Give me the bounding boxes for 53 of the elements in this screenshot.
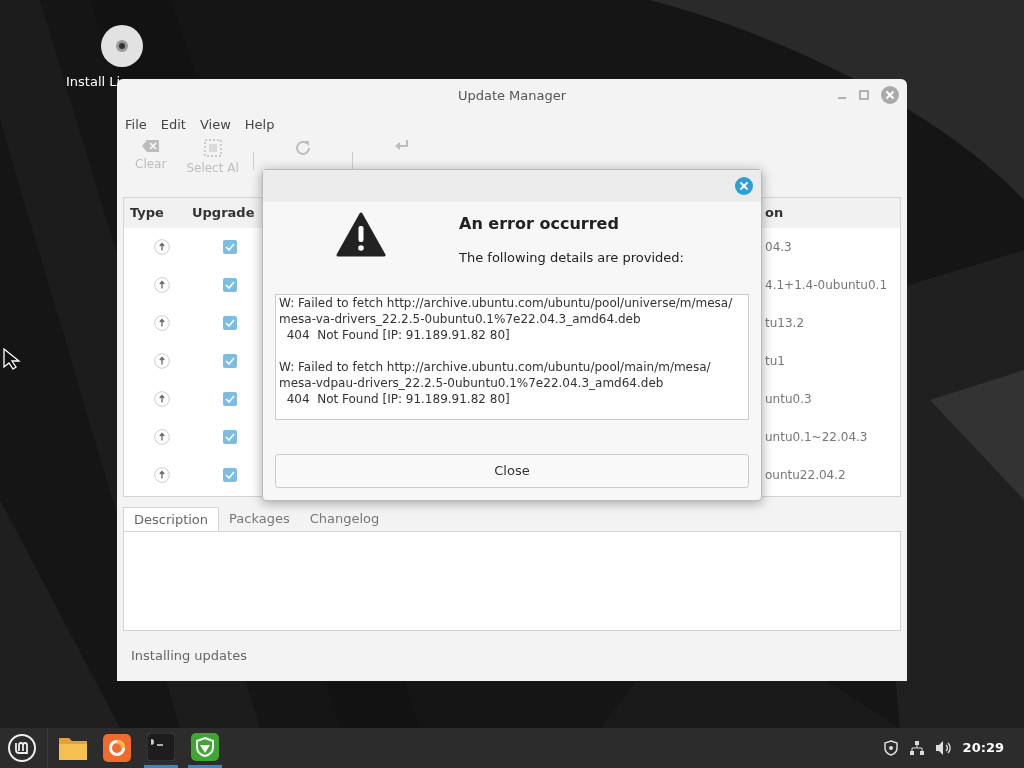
close-icon[interactable] — [735, 177, 753, 195]
details-line: mesa-va-drivers_22.2.5-0ubuntu0.1%7e22.04.3_amd64.deb — [279, 311, 642, 327]
mint-menu-icon[interactable] — [7, 733, 37, 763]
browser-icon — [103, 734, 131, 762]
tab[interactable]: Description — [123, 507, 220, 532]
version-cell-text: tu1 — [765, 353, 786, 371]
checkbox[interactable] — [223, 354, 237, 369]
details-line: mesa-vdpau-drivers_22.2.5-0ubuntu0.1%7e22.04.3_amd64.deb — [279, 375, 665, 391]
volume-icon[interactable] — [934, 740, 953, 756]
version-cell-text: tu13.2 — [765, 315, 806, 333]
version-cell-text: untu0.1~22.04.3 — [765, 429, 869, 447]
dialog-title: An error occurred — [459, 213, 620, 235]
checkbox[interactable] — [223, 240, 237, 255]
version-cell-text: untu0.3 — [765, 391, 813, 409]
checkbox[interactable] — [223, 468, 237, 483]
checkbox[interactable] — [223, 430, 237, 445]
maximize-icon[interactable] — [859, 90, 869, 100]
menu-item[interactable]: File — [125, 114, 147, 135]
folder-icon — [58, 735, 88, 761]
close-icon[interactable] — [881, 86, 899, 104]
tab[interactable]: Changelog — [299, 507, 390, 532]
details-line: 404 Not Found [IP: 91.189.91.82 80] — [285, 327, 511, 343]
shield-icon — [191, 732, 219, 761]
version-cell-text: 04.3 — [765, 239, 793, 257]
tab[interactable]: Packages — [219, 507, 300, 532]
backspace-icon — [141, 139, 160, 154]
clock[interactable]: 20:29 — [962, 738, 1004, 758]
menu-item[interactable]: View — [199, 114, 231, 135]
menu-item[interactable]: Help — [244, 114, 275, 135]
dialog-subtitle: The following details are provided: — [459, 249, 684, 267]
details-line: 404 Not Found [IP: 91.189.91.82 80] — [285, 391, 511, 407]
column-header[interactable]: Type — [124, 203, 186, 223]
window-title: Update Manager — [457, 86, 567, 105]
shield-icon[interactable] — [882, 740, 899, 756]
version-cell-text: 4.1+1.4-0ubuntu0.1 — [765, 277, 888, 295]
checkbox[interactable] — [223, 278, 237, 293]
warning-icon — [336, 212, 386, 257]
mouse-pointer-icon — [3, 348, 21, 370]
checkbox[interactable] — [223, 392, 237, 407]
details-line: W: Failed to fetch http://archive.ubuntu.com/ubuntu/pool/universe/m/mesa/ — [279, 295, 734, 311]
version-cell-text: ountu22.04.2 — [765, 467, 847, 485]
terminal-icon — [147, 732, 175, 761]
network-icon[interactable] — [908, 740, 925, 756]
disc-icon[interactable] — [100, 24, 144, 68]
refresh-icon — [293, 139, 312, 158]
close-button[interactable]: Close — [275, 454, 749, 488]
details-line: W: Failed to fetch http://archive.ubuntu.com/ubuntu/pool/main/m/mesa/ — [279, 359, 712, 375]
menu-item[interactable]: Edit — [160, 114, 186, 135]
status-text: Installing updates — [131, 647, 247, 666]
column-header[interactable]: Upgrade — [186, 203, 266, 223]
checkbox[interactable] — [223, 316, 237, 331]
selection-icon — [203, 139, 222, 158]
column-header[interactable]: on — [765, 203, 900, 223]
